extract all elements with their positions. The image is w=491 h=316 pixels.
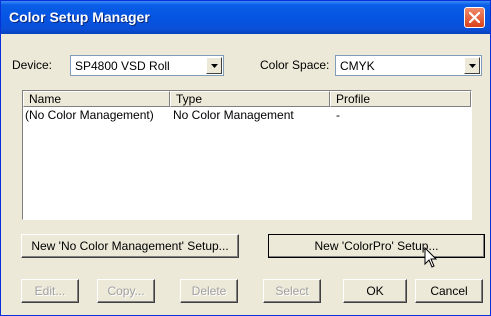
delete-button[interactable]: Delete (180, 279, 238, 303)
pointer-cursor-icon (424, 247, 438, 268)
device-value: SP4800 VSD Roll (75, 59, 170, 73)
device-select[interactable]: SP4800 VSD Roll (70, 55, 224, 76)
ok-button[interactable]: OK (343, 279, 407, 303)
select-button[interactable]: Select (263, 279, 321, 303)
color-space-dropdown-button[interactable] (464, 57, 480, 74)
list-item-name[interactable]: (No Color Management) (25, 108, 154, 122)
column-header-profile[interactable]: Profile (330, 91, 471, 107)
device-label: Device: (12, 58, 53, 72)
close-button[interactable] (464, 7, 485, 28)
new-no-color-management-setup-button[interactable]: New 'No Color Management' Setup... (21, 234, 239, 258)
chevron-down-icon (469, 64, 476, 68)
column-header-type[interactable]: Type (170, 91, 330, 107)
list-item-profile[interactable]: - (336, 108, 340, 122)
list-item-type[interactable]: No Color Management (173, 108, 294, 122)
setup-list[interactable]: Name Type Profile (No Color Management) … (22, 90, 472, 220)
edit-button[interactable]: Edit... (21, 279, 79, 303)
new-colorpro-setup-button[interactable]: New 'ColorPro' Setup... (268, 234, 485, 258)
column-header-name[interactable]: Name (23, 91, 170, 107)
color-space-label: Color Space: (260, 58, 330, 72)
close-icon (469, 12, 480, 23)
color-space-value: CMYK (340, 59, 375, 73)
chevron-down-icon (211, 64, 218, 68)
cancel-button[interactable]: Cancel (415, 279, 483, 303)
window-title: Color Setup Manager (9, 9, 150, 25)
color-space-select[interactable]: CMYK (335, 55, 482, 76)
title-bar: Color Setup Manager (1, 1, 490, 34)
color-setup-manager-dialog: Color Setup Manager Device: SP4800 VSD R… (0, 0, 491, 316)
copy-button[interactable]: Copy... (97, 279, 155, 303)
device-dropdown-button[interactable] (206, 57, 222, 74)
